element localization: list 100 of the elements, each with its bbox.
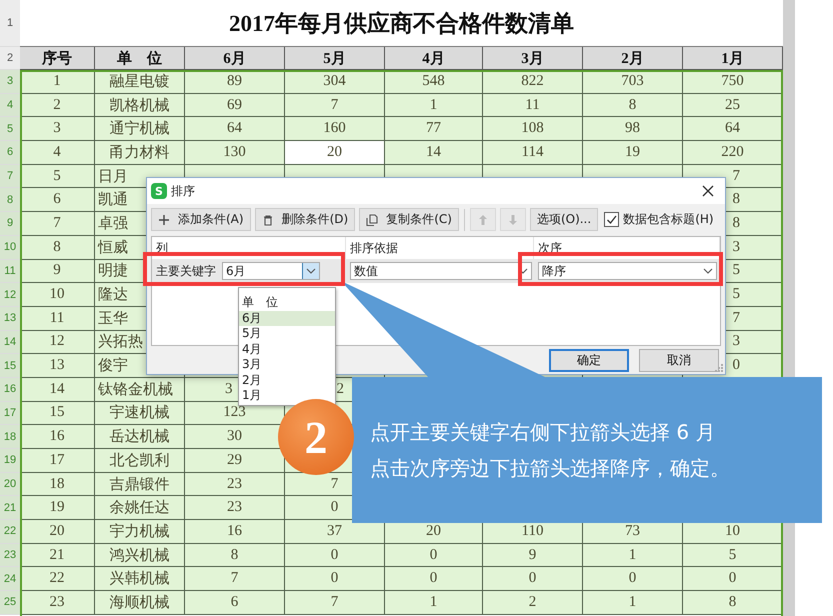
ok-button[interactable]: 确定 <box>549 349 629 372</box>
row-number[interactable]: 24 <box>0 567 20 592</box>
row-number[interactable]: 9 <box>0 212 20 236</box>
dropdown-field[interactable]: 数值 <box>350 262 532 280</box>
table-cell: 5 <box>683 544 783 568</box>
table-cell: 2 <box>20 94 95 118</box>
table-cell: 23 <box>185 472 285 496</box>
table-cell: 98 <box>583 117 683 142</box>
delete-condition-button[interactable]: 删除条件(D) <box>254 208 356 231</box>
column-header: 5月 <box>285 47 385 70</box>
row-number[interactable]: 8 <box>0 188 20 212</box>
resize-grip-icon[interactable] <box>715 364 723 372</box>
table-cell: 14 <box>385 141 483 165</box>
table-cell: 8 <box>683 591 783 615</box>
close-icon[interactable] <box>701 184 715 198</box>
table-cell: 23 <box>20 591 95 615</box>
table-cell: 21 <box>20 544 95 568</box>
table-cell: 1 <box>583 544 683 568</box>
callout-text: 点开主要关键字右侧下拉箭头选择 6 月 <box>370 419 716 446</box>
table-cell: 16 <box>185 520 285 544</box>
row-number[interactable]: 23 <box>0 544 20 568</box>
row-number[interactable]: 4 <box>0 94 20 118</box>
list-option[interactable]: 6月 <box>239 310 335 326</box>
row-number[interactable]: 15 <box>0 354 20 378</box>
table-cell: 9 <box>483 544 583 568</box>
row-number[interactable]: 17 <box>0 402 20 426</box>
row-number[interactable]: 2 <box>0 47 20 70</box>
copy-condition-button[interactable]: 复制条件(C) <box>359 208 459 231</box>
table-cell: 822 <box>483 70 583 94</box>
row-number[interactable]: 11 <box>0 260 20 284</box>
table-cell: 通宁机械 <box>95 117 185 142</box>
table-cell: 23 <box>185 496 285 520</box>
dropdown-field[interactable]: 降序 <box>538 262 717 280</box>
table-cell: 0 <box>683 567 783 592</box>
checkbox[interactable] <box>604 212 620 227</box>
table-cell: 0 <box>385 567 483 592</box>
table-cell: 114 <box>483 141 583 165</box>
column-header: 6月 <box>185 47 285 70</box>
table-cell: 鸿兴机械 <box>95 544 185 568</box>
table-cell: 1 <box>385 94 483 118</box>
table-cell: 703 <box>583 70 683 94</box>
add-condition-button[interactable]: 添加条件(A) <box>151 208 251 231</box>
check-icon <box>606 214 618 225</box>
row-number[interactable]: 22 <box>0 520 20 544</box>
table-cell: 吉鼎锻件 <box>95 472 185 496</box>
table-cell: 64 <box>185 117 285 142</box>
column-header: 3月 <box>483 47 583 70</box>
table-cell: 160 <box>285 117 385 142</box>
table-cell: 甬力材料 <box>95 141 185 165</box>
table-cell: 融星电镀 <box>95 70 185 94</box>
table-cell: 14 <box>20 378 95 402</box>
row-number[interactable]: 10 <box>0 236 20 260</box>
table-cell: 130 <box>185 141 285 165</box>
table-cell: 7 <box>285 94 385 118</box>
row-number[interactable]: 13 <box>0 306 20 331</box>
arrow-up-icon <box>476 214 489 226</box>
row-number[interactable]: 18 <box>0 425 20 449</box>
table-cell: 20 <box>20 520 95 544</box>
list-option[interactable]: 单 位 <box>239 295 281 310</box>
list-option[interactable]: 3月 <box>239 357 265 372</box>
chevron-down-icon <box>703 268 713 274</box>
table-cell: 0 <box>385 544 483 568</box>
table-cell: 750 <box>683 70 783 94</box>
list-option[interactable]: 4月 <box>239 342 265 357</box>
table-cell: 77 <box>385 117 483 142</box>
column-header: 单 位 <box>95 47 185 70</box>
column-header: 4月 <box>385 47 483 70</box>
row-number[interactable]: 14 <box>0 330 20 354</box>
table-cell: 89 <box>185 70 285 94</box>
plus-icon <box>158 214 170 226</box>
row-number[interactable]: 16 <box>0 378 20 402</box>
table-cell: 108 <box>483 117 583 142</box>
cancel-button[interactable]: 取消 <box>639 349 719 372</box>
row-number[interactable]: 12 <box>0 283 20 307</box>
table-cell: 岳达机械 <box>95 425 185 449</box>
row-number[interactable]: 20 <box>0 472 20 496</box>
dropdown-field[interactable]: 6月 <box>222 262 320 280</box>
row-number[interactable]: 21 <box>0 496 20 520</box>
table-cell: 钛铬金机械 <box>95 378 185 402</box>
row-number[interactable]: 5 <box>0 117 20 142</box>
table-cell: 4 <box>20 141 95 165</box>
options-button[interactable]: 选项(O)... <box>530 208 598 231</box>
table-cell: 19 <box>20 496 95 520</box>
table-cell: 64 <box>683 117 783 142</box>
list-option[interactable]: 1月 <box>239 388 265 404</box>
table-cell: 13 <box>20 354 95 378</box>
row-number[interactable]: 1 <box>0 0 20 47</box>
row-number[interactable]: 6 <box>0 141 20 165</box>
list-option[interactable]: 5月 <box>239 326 265 342</box>
row-number[interactable]: 3 <box>0 70 20 94</box>
row-number[interactable]: 25 <box>0 591 20 615</box>
table-cell: 37 <box>285 520 385 544</box>
row-number[interactable]: 7 <box>0 164 20 188</box>
table-cell: 548 <box>385 70 483 94</box>
table-cell: 29 <box>185 449 285 473</box>
table-cell: 69 <box>185 94 285 118</box>
table-cell: 6 <box>20 188 95 212</box>
row-number[interactable]: 19 <box>0 449 20 473</box>
sheet-title: 2017年每月供应商不合格件数清单 <box>229 10 574 38</box>
table-cell: 6 <box>185 591 285 615</box>
